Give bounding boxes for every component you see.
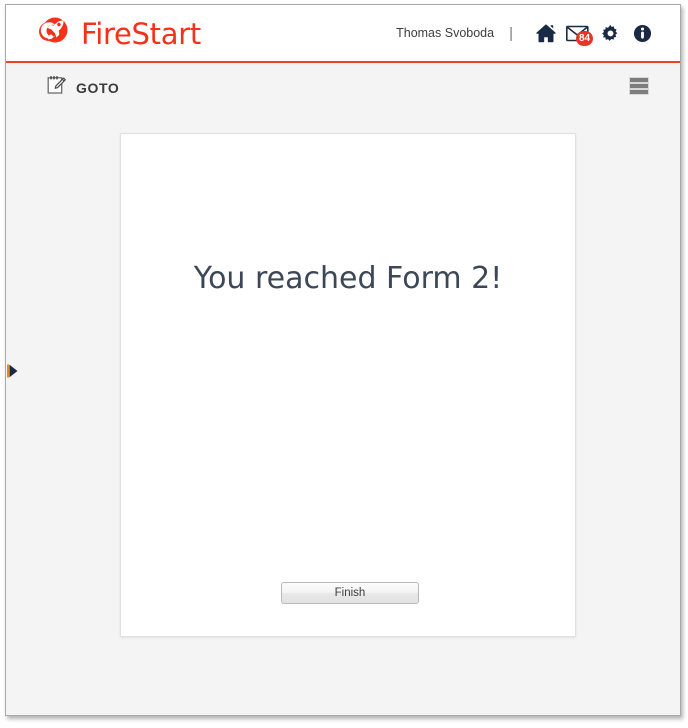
application-window: FireStart Thomas Svoboda | 84 GOTO You r…	[5, 4, 681, 716]
page-toolbar: GOTO	[6, 63, 680, 113]
info-icon[interactable]	[626, 18, 658, 48]
form-content-card: You reached Form 2! Finish	[120, 133, 576, 637]
mail-badge-count: 84	[576, 31, 593, 46]
header-divider: |	[509, 24, 513, 42]
form-message-text: You reached Form 2!	[193, 261, 503, 296]
hamburger-bar	[629, 89, 649, 95]
expand-right-arrow-icon[interactable]	[6, 362, 20, 380]
goto-label: GOTO	[76, 79, 120, 96]
header-actions: Thomas Svoboda | 84	[396, 5, 658, 61]
user-name-label: Thomas Svoboda	[396, 26, 495, 40]
form-edit-icon	[47, 75, 67, 100]
brand-logo-group[interactable]: FireStart	[33, 11, 201, 56]
goto-tab[interactable]: GOTO	[47, 75, 119, 100]
gear-icon[interactable]	[594, 18, 626, 48]
mail-icon[interactable]: 84	[562, 18, 594, 48]
brand-name-text: FireStart	[81, 16, 201, 51]
hamburger-menu-icon[interactable]	[629, 77, 649, 95]
page-body: You reached Form 2! Finish	[6, 113, 680, 715]
home-icon[interactable]	[530, 18, 562, 48]
top-header-bar: FireStart Thomas Svoboda | 84	[6, 5, 680, 63]
finish-button[interactable]: Finish	[281, 582, 419, 604]
rocket-logo-icon	[33, 11, 73, 56]
